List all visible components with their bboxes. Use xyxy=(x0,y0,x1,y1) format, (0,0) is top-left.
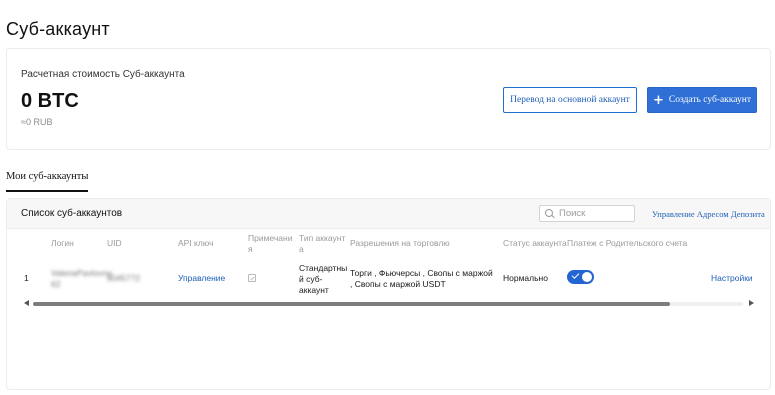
toggle-knob xyxy=(582,272,592,282)
column-header-uid: UID xyxy=(107,238,122,248)
scroll-right-arrow-icon[interactable] xyxy=(749,300,754,306)
column-header-permissions: Разрешения на торговлю xyxy=(350,238,450,248)
create-subaccount-button[interactable]: + Создать суб-аккаунт xyxy=(647,87,757,113)
summary-label: Расчетная стоимость Суб-аккаунта xyxy=(21,69,185,80)
list-title: Список суб-аккаунтов xyxy=(21,208,123,219)
row-uid: 8045772 xyxy=(107,273,141,283)
column-header-account-type: Тип аккаунт а xyxy=(299,233,346,254)
search-input[interactable] xyxy=(559,208,635,219)
api-key-manage-link[interactable]: Управление xyxy=(178,273,225,284)
check-icon xyxy=(571,271,580,279)
transfer-to-main-button[interactable]: Перевод на основной аккаунт xyxy=(503,87,637,113)
column-header-login: Логин xyxy=(51,238,74,248)
list-header: Список суб-аккаунтов Управление Адресом … xyxy=(7,199,770,229)
row-permissions: Торги , Фьючерсы , Свопы с маржой , Своп… xyxy=(350,268,493,289)
column-header-parent-payment: Платеж с Родительского счета xyxy=(567,238,688,248)
horizontal-scrollbar[interactable] xyxy=(33,302,743,306)
subaccount-list-card: Список суб-аккаунтов Управление Адресом … xyxy=(6,198,771,390)
scrollbar-thumb[interactable] xyxy=(33,302,670,306)
note-edit-icon[interactable] xyxy=(248,274,256,282)
parent-payment-toggle[interactable] xyxy=(567,270,594,284)
column-header-notes: Примечани я xyxy=(248,233,293,254)
row-status: Нормально xyxy=(503,273,548,283)
summary-fiat-value: ≈0 RUB xyxy=(21,117,53,127)
page-title: Суб-аккаунт xyxy=(6,19,110,39)
summary-value: 0 BTC xyxy=(21,90,79,112)
plus-icon: + xyxy=(653,92,664,108)
row-index: 1 xyxy=(24,273,29,283)
row-login: ValeriaPavlovna 62 xyxy=(51,268,112,289)
column-header-api-key: API ключ xyxy=(178,238,214,248)
row-account-type: Стандартны й суб- аккаунт xyxy=(299,263,348,295)
tab-my-subaccounts[interactable]: Мои суб-аккаунты xyxy=(6,171,89,192)
create-button-label: Создать суб-аккаунт xyxy=(668,95,751,105)
transfer-button-label: Перевод на основной аккаунт xyxy=(510,95,630,105)
search-box[interactable] xyxy=(539,205,635,222)
manage-deposit-address-link[interactable]: Управление Адресом Депозита xyxy=(652,209,765,219)
settings-link[interactable]: Настройки xyxy=(711,273,753,284)
summary-card: Расчетная стоимость Суб-аккаунта 0 BTC ≈… xyxy=(6,48,771,150)
search-icon xyxy=(545,208,555,219)
scroll-left-arrow-icon[interactable] xyxy=(24,300,29,306)
column-header-status: Статус аккаунта xyxy=(503,238,567,248)
